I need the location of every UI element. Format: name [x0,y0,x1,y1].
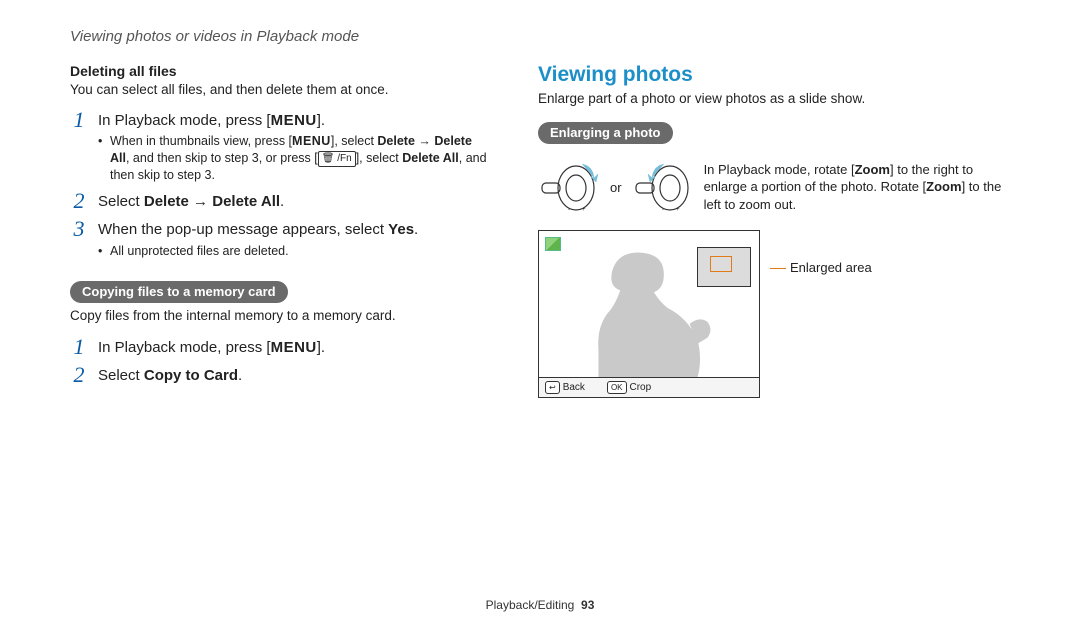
or-label: or [610,180,622,195]
deleting-steps: 1 In Playback mode, press [MENU]. When i… [70,109,490,259]
step-detail: When in thumbnails view, press [MENU], s… [98,133,490,184]
copying-intro: Copy files from the internal memory to a… [70,307,490,325]
step-detail: All unprotected files are deleted. [98,243,418,260]
detail-text: , and then skip to step 3, or press [ [126,151,318,165]
step-number: 3 [70,218,88,259]
zoom-dial-right-icon: - + [538,158,600,216]
deleting-all-files-heading: Deleting all files [70,63,490,79]
svg-text:+: + [676,207,680,213]
copy-step-2: 2 Select Copy to Card. [70,364,490,386]
delete-step-1: 1 In Playback mode, press [MENU]. When i… [70,109,490,184]
right-column: Viewing photos Enlarge part of a photo o… [538,63,1010,398]
label-text: Enlarged area [790,260,872,275]
trash-fn-key-icon: 🗑 /Fn [318,151,356,167]
page-header: Viewing photos or videos in Playback mod… [70,28,1010,45]
svg-text:-: - [662,207,664,213]
preview-area: ↩Back OKCrop Enlarged area [538,230,1010,398]
arrow-icon: → [189,193,212,210]
step-number: 1 [70,109,88,184]
bold-text: Zoom [855,162,890,177]
crop-label: Crop [630,382,652,393]
bold-text: Yes [388,221,414,238]
screen-footer-bar: ↩Back OKCrop [539,377,759,397]
step-text: Select [98,193,144,210]
step-text: . [280,193,284,210]
viewing-photos-intro: Enlarge part of a photo or view photos a… [538,91,1010,106]
menu-label: MENU [292,134,331,148]
menu-label: MENU [271,339,317,356]
step-text: ]. [317,112,325,129]
enlarged-area-label: Enlarged area [770,260,872,275]
detail-text: When in thumbnails view, press [ [110,134,292,148]
enlarging-photo-pill: Enlarging a photo [538,122,673,144]
svg-text:+: + [582,207,586,213]
copy-step-1: 1 In Playback mode, press [MENU]. [70,336,490,358]
footer-section: Playback/Editing [486,598,575,612]
bold-text: Delete All [402,151,459,165]
zoom-instruction-text: In Playback mode, rotate [Zoom] to the r… [704,161,1010,214]
zoom-instruction-row: - + or - + I [538,158,1010,216]
step-number: 2 [70,190,88,212]
viewing-photos-title: Viewing photos [538,63,1010,87]
step-text: In Playback mode, press [ [98,112,271,129]
menu-label: MENU [271,112,317,129]
camera-screen-preview: ↩Back OKCrop [538,230,760,398]
step-text: In Playback mode, press [ [98,339,271,356]
step-text: When the pop-up message appears, select [98,221,388,238]
back-key-icon: ↩ [545,381,560,394]
step-number: 1 [70,336,88,358]
arrow-icon: → [415,134,434,148]
ok-key-icon: OK [607,381,627,394]
bold-text: Delete [144,193,189,210]
two-column-layout: Deleting all files You can select all fi… [70,63,1010,398]
back-indicator: ↩Back [545,381,585,394]
crop-indicator: OKCrop [607,381,651,394]
detail-text: ], select [331,134,378,148]
callout-line-icon [770,268,786,269]
bold-text: Copy to Card [144,367,238,384]
step-text: . [414,221,418,238]
bold-text: Delete All [212,193,280,210]
step-text: . [238,367,242,384]
thumbnail-icon [545,237,561,251]
back-label: Back [563,382,585,393]
copying-files-pill: Copying files to a memory card [70,281,288,303]
manual-page: Viewing photos or videos in Playback mod… [0,0,1080,630]
copying-steps: 1 In Playback mode, press [MENU]. 2 Sele… [70,336,490,387]
enlarged-area-highlight [710,256,732,272]
delete-step-3: 3 When the pop-up message appears, selec… [70,218,490,259]
page-footer: Playback/Editing 93 [0,598,1080,612]
step-number: 2 [70,364,88,386]
zoom-dial-left-icon: - + [632,158,694,216]
page-number: 93 [581,598,594,612]
delete-step-2: 2 Select Delete → Delete All. [70,190,490,212]
svg-text:-: - [568,207,570,213]
detail-text: ], select [356,151,403,165]
step-text: Select [98,367,144,384]
bold-text: Zoom [926,179,961,194]
instr-text: In Playback mode, rotate [ [704,162,855,177]
bold-text: Delete [377,134,415,148]
step-text: ]. [317,339,325,356]
enlarged-area-inset [697,247,751,287]
left-column: Deleting all files You can select all fi… [70,63,490,398]
deleting-all-files-intro: You can select all files, and then delet… [70,81,490,99]
